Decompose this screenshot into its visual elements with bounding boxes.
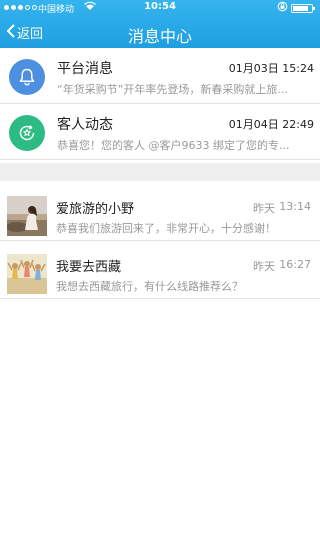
status-time: 10:54 [144,1,176,12]
message-day: 昨天 [253,260,275,273]
message-preview: 恭喜您！您的客人 @客户9633 绑定了您的专... [57,139,290,152]
list-item-platform-messages[interactable]: 平台消息 01月03日 15:24 “年货采购节”开年率先登场，新春采购就上旅.… [0,48,320,104]
message-day: 昨天 [253,202,275,215]
rotation-lock-icon [277,1,288,15]
message-preview: “年货采购节”开年率先登场，新春采购就上旅... [57,83,288,96]
battery-icon [291,4,315,13]
list-item-guest-activity[interactable]: 客人动态 01月04日 22:49 恭喜您！您的客人 @客户9633 绑定了您的… [0,104,320,160]
contact-name: 我要去西藏 [56,260,122,275]
message-title: 平台消息 [57,61,113,77]
message-time: 13:14 [279,200,311,213]
system-message-list: 平台消息 01月03日 15:24 “年货采购节”开年率先登场，新春采购就上旅.… [0,48,320,160]
battery-fill [293,6,309,11]
message-preview: 我想去西藏旅行，有什么线路推荐么？ [56,280,243,293]
beach-girl-avatar [7,196,47,236]
message-title: 客人动态 [57,117,113,133]
bell-icon [9,59,45,95]
message-preview: 恭喜我们旅游回来了，非常开心，十分感谢！ [56,222,276,235]
chat-list: 爱旅游的小野 昨天 13:14 恭喜我们旅游回来了，非常开心，十分感谢！ 我要去… [0,183,320,299]
message-time: 01月04日 22:49 [228,118,314,131]
contact-name: 爱旅游的小野 [56,202,135,217]
message-time: 01月03日 15:24 [228,62,314,75]
nav-bar: 返回 消息中心 [0,16,320,48]
star-refresh-icon [9,115,45,151]
status-bar: 中国移动 10:54 [0,0,320,16]
page-title: 消息中心 [127,27,192,46]
message-time: 16:27 [279,258,311,271]
header-bar: 中国移动 10:54 返回 消息中心 [0,0,320,48]
friends-jumping-avatar [7,254,47,294]
chat-item[interactable]: 爱旅游的小野 昨天 13:14 恭喜我们旅游回来了，非常开心，十分感谢！ [0,183,320,241]
chat-item[interactable]: 我要去西藏 昨天 16:27 我想去西藏旅行，有什么线路推荐么？ [0,241,320,299]
section-divider [0,163,320,181]
